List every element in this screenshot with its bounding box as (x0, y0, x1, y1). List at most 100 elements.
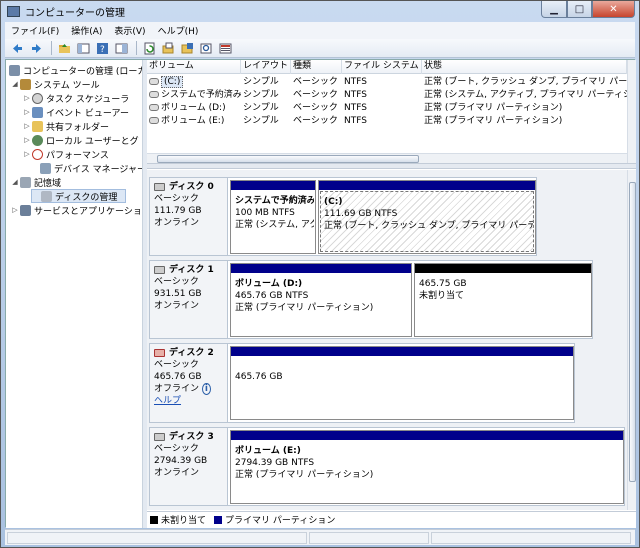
primary-partition-bar (231, 181, 315, 190)
tree-item-storage[interactable]: ◢ 記憶域 (11, 175, 61, 189)
toolbar-separator (51, 41, 52, 55)
menu-action[interactable]: 操作(A) (65, 24, 108, 37)
disk-3-row[interactable]: ディスク 3 ベーシック 2794.39 GB オンライン ボリューム (E:)… (149, 427, 625, 506)
open-icon[interactable] (160, 41, 176, 56)
maximize-button[interactable]: □ (567, 1, 592, 18)
status-cell: 正常 (プライマリ パーティション) (424, 116, 563, 126)
table-row[interactable]: ボリューム (E:) シンプル ベーシック NTFS 正常 (プライマリ パーテ… (147, 115, 627, 128)
layout-cell: シンプル (243, 90, 279, 100)
vertical-scrollbar[interactable] (627, 170, 636, 510)
table-row[interactable]: ボリューム (D:) シンプル ベーシック NTFS 正常 (プライマリ パーテ… (147, 102, 627, 115)
up-folder-icon[interactable] (56, 41, 72, 56)
disk-state: オンライン (154, 218, 200, 228)
minimize-button[interactable]: ▁ (541, 1, 567, 18)
title-bar[interactable]: コンピューターの管理 ▁ □ ✕ (1, 1, 639, 21)
pane-splitter[interactable] (147, 163, 636, 169)
primary-partition-bar (231, 347, 573, 356)
column-header-status[interactable]: 状態 (422, 60, 627, 74)
disk-2-row[interactable]: ディスク 2 ベーシック 465.76 GB オフライン i ヘルプ 465.7… (149, 343, 575, 423)
menu-file[interactable]: ファイル(F) (5, 24, 65, 37)
services-icon (20, 204, 31, 216)
disk-type: ベーシック (154, 277, 199, 287)
help-link[interactable]: ヘルプ (154, 395, 223, 407)
tree-item-event-viewer[interactable]: ▷ イベント ビューアー (23, 105, 129, 119)
help-icon[interactable]: ? (94, 41, 110, 56)
partition-details: (C:) 111.69 GB NTFS 正常 (ブート, クラッシュ ダンプ, … (320, 191, 534, 252)
partition-size: 465.76 GB (235, 372, 283, 382)
disk-1-row[interactable]: ディスク 1 ベーシック 931.51 GB オンライン ボリューム (D:) … (149, 260, 593, 339)
tree-item-disk-management[interactable]: ディスクの管理 (31, 189, 126, 203)
scrollbar-thumb[interactable] (157, 155, 419, 163)
expand-arrow-icon[interactable]: ▷ (23, 108, 31, 116)
menu-help[interactable]: ヘルプ(H) (152, 24, 205, 37)
volume-icon (149, 78, 159, 85)
console-icon[interactable] (113, 41, 129, 56)
tree-item-root[interactable]: コンピューターの管理 (ローカ (8, 63, 143, 77)
partition-status: 正常 (ブート, クラッシュ ダンプ, プライマリ パーティ (324, 221, 534, 231)
partition-system-reserved[interactable]: システムで予約済み 100 MB NTFS 正常 (システム, アク (230, 180, 316, 254)
expand-arrow-icon[interactable]: ▷ (23, 136, 31, 144)
disk-info[interactable]: ディスク 1 ベーシック 931.51 GB オンライン (150, 261, 228, 338)
tree-item-label: コンピューターの管理 (ローカ (23, 66, 143, 77)
partition-details: ボリューム (E:) 2794.39 GB NTFS 正常 (プライマリ パーテ… (232, 441, 622, 502)
forward-arrow-icon[interactable] (28, 41, 44, 56)
disk-type: ベーシック (154, 194, 199, 204)
info-icon[interactable]: i (201, 383, 211, 395)
expand-arrow-icon[interactable]: ▷ (23, 122, 31, 130)
properties-icon[interactable] (179, 41, 195, 56)
partition-status: 正常 (プライマリ パーティション) (235, 303, 374, 313)
disk-label: ディスク 1 (154, 264, 223, 276)
close-button[interactable]: ✕ (592, 1, 635, 18)
expand-arrow-icon[interactable]: ▷ (23, 150, 31, 158)
disk-info[interactable]: ディスク 0 ベーシック 111.79 GB オンライン (150, 178, 228, 255)
partition-name: ボリューム (D:) (235, 279, 303, 289)
type-cell: ベーシック (293, 116, 338, 126)
column-header-layout[interactable]: レイアウト (241, 60, 291, 74)
column-header-filesystem[interactable]: ファイル システム (342, 60, 422, 74)
collapse-arrow-icon[interactable]: ◢ (11, 178, 19, 186)
partition-size: 465.76 GB NTFS (235, 291, 309, 301)
primary-partition-bar (231, 431, 623, 440)
partition-e[interactable]: ボリューム (E:) 2794.39 GB NTFS 正常 (プライマリ パーテ… (230, 430, 624, 504)
column-header-type[interactable]: 種類 (291, 60, 342, 74)
show-hide-tree-icon[interactable] (75, 41, 91, 56)
partition-unallocated[interactable]: 465.75 GB 未割り当て (414, 263, 592, 337)
disk-info[interactable]: ディスク 2 ベーシック 465.76 GB オフライン i ヘルプ (150, 344, 228, 422)
unallocated-bar (415, 264, 591, 273)
expand-arrow-icon[interactable]: ▷ (11, 206, 19, 214)
table-row[interactable]: システムで予約済み シンプル ベーシック NTFS 正常 (システム, アクティ… (147, 89, 627, 102)
table-row[interactable]: (C:) シンプル ベーシック NTFS 正常 (ブート, クラッシュ ダンプ,… (147, 76, 627, 89)
tree-item-device-manager[interactable]: デバイス マネージャー (31, 161, 143, 175)
partition-offline[interactable]: 465.76 GB (230, 346, 574, 420)
toolbar: ? (5, 39, 635, 58)
vertical-scrollbar[interactable] (627, 60, 636, 163)
scrollbar-thumb[interactable] (629, 182, 636, 482)
tree-item-local-users[interactable]: ▷ ローカル ユーザーとグ (23, 133, 139, 147)
search-icon[interactable] (198, 41, 214, 56)
tree-item-task-scheduler[interactable]: ▷ タスク スケジューラ (23, 91, 129, 105)
collapse-arrow-icon[interactable]: ◢ (11, 80, 19, 88)
refresh-icon[interactable] (141, 41, 157, 56)
column-header-volume[interactable]: ボリューム (147, 60, 241, 74)
back-arrow-icon[interactable] (9, 41, 25, 56)
tree-item-services-apps[interactable]: ▷ サービスとアプリケーショ (11, 203, 142, 217)
tree-item-shared-folders[interactable]: ▷ 共有フォルダー (23, 119, 109, 133)
partition-d[interactable]: ボリューム (D:) 465.76 GB NTFS 正常 (プライマリ パーティ… (230, 263, 412, 337)
computer-management-icon (9, 64, 20, 76)
tree-item-label: デバイス マネージャー (54, 164, 143, 175)
tree-item-performance[interactable]: ▷ パフォーマンス (23, 147, 109, 161)
tools-icon (20, 78, 31, 90)
disk-0-row[interactable]: ディスク 0 ベーシック 111.79 GB オンライン システムで予約済み 1… (149, 177, 537, 256)
disk-state-row: オフライン i (154, 383, 223, 395)
tree-item-system-tools[interactable]: ◢ システム ツール (11, 77, 100, 91)
partition-details: システムで予約済み 100 MB NTFS 正常 (システム, アク (232, 191, 314, 252)
legend-swatch-unallocated (150, 515, 158, 524)
horizontal-scrollbar[interactable] (147, 153, 627, 163)
menu-view[interactable]: 表示(V) (108, 24, 151, 37)
partition-c[interactable]: (C:) 111.69 GB NTFS 正常 (ブート, クラッシュ ダンプ, … (318, 180, 536, 254)
export-icon[interactable] (217, 41, 233, 56)
disk-info[interactable]: ディスク 3 ベーシック 2794.39 GB オンライン (150, 428, 228, 505)
expand-arrow-icon[interactable]: ▷ (23, 94, 31, 102)
offline-disk-icon (154, 349, 165, 357)
tree-item-label: サービスとアプリケーショ (34, 206, 142, 217)
